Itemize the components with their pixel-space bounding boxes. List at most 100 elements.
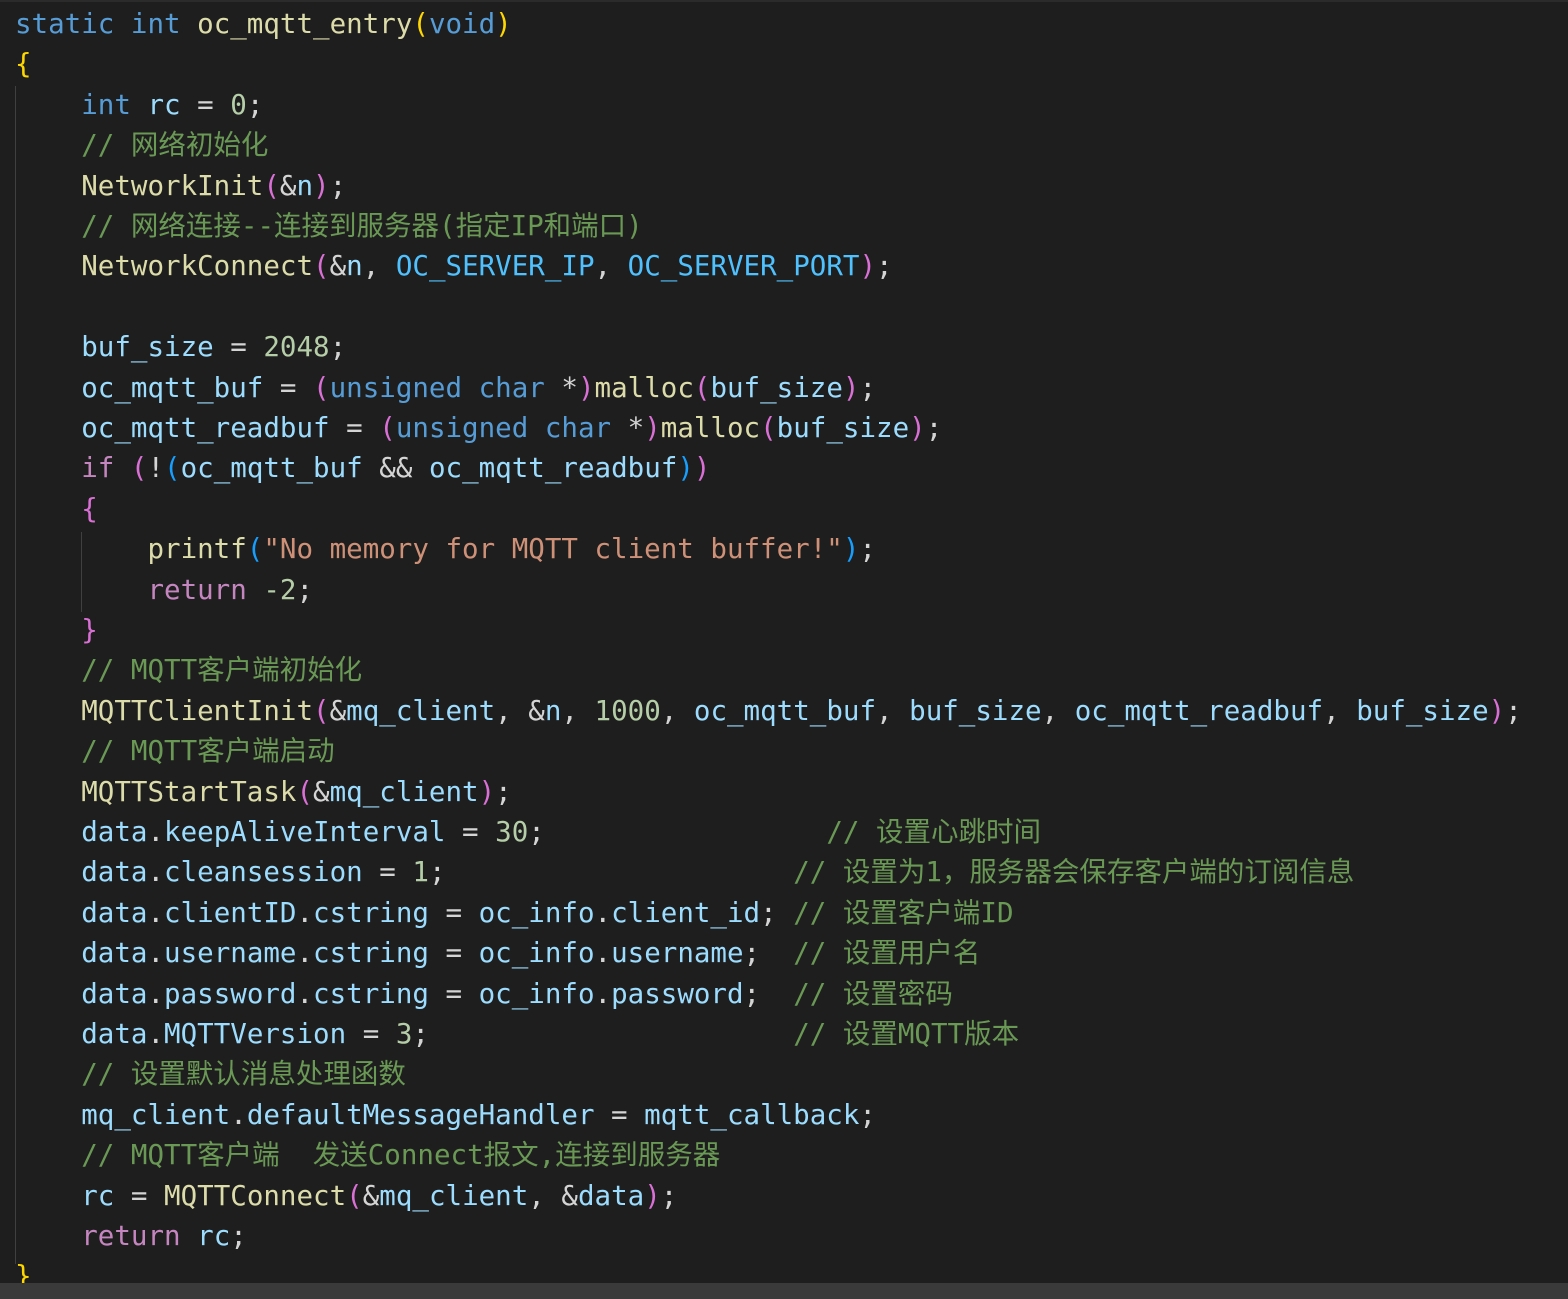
code-token: defaultMessageHandler	[246, 1098, 595, 1131]
code-line[interactable]: data.clientID.cstring = oc_info.client_i…	[15, 893, 1014, 933]
code-token: =	[213, 331, 264, 364]
code-token: ,	[362, 250, 396, 283]
code-line[interactable]: int rc = 0;	[15, 85, 263, 125]
code-token: buf_size	[776, 412, 910, 444]
code-line[interactable]: oc_mqtt_readbuf = (unsigned char *)mallo…	[15, 408, 942, 448]
code-token: ,	[1041, 694, 1075, 727]
code-token: // 设置默认消息处理函数	[81, 1058, 406, 1091]
code-token: // MQTT客户端 发送Connect报文,连接到服务器	[81, 1139, 721, 1172]
code-line[interactable]: MQTTStartTask(&mq_client);	[15, 772, 512, 812]
code-token: char	[544, 412, 612, 444]
code-line[interactable]: // 网络初始化	[15, 125, 268, 165]
code-line[interactable]: return rc;	[15, 1216, 247, 1256]
code-editor[interactable]: static int oc_mqtt_entry(void){ int rc =…	[0, 0, 1568, 1299]
code-token: (	[379, 412, 396, 444]
code-line[interactable]: buf_size = 2048;	[15, 327, 346, 367]
code-token: oc_mqtt_readbuf	[428, 452, 678, 485]
code-line[interactable]: return -2;	[15, 570, 313, 610]
code-line[interactable]: NetworkInit(&n);	[15, 166, 346, 206]
code-token: cstring	[313, 977, 429, 1010]
code-token: )	[693, 452, 711, 485]
code-token: .	[230, 1098, 247, 1131]
code-line[interactable]: }	[15, 610, 98, 650]
code-token: 1	[412, 856, 429, 889]
code-line[interactable]: data.MQTTVersion = 3; // 设置MQTT版本	[15, 1014, 1019, 1054]
code-line[interactable]: rc = MQTTConnect(&mq_client, &data);	[15, 1176, 677, 1216]
code-token: "No memory for MQTT client buffer!"	[263, 533, 843, 566]
code-token: , &	[528, 1179, 578, 1212]
code-token: ;	[412, 1018, 794, 1050]
code-token: 3	[395, 1018, 413, 1050]
code-token: =	[329, 412, 380, 444]
code-token: (	[296, 775, 314, 808]
code-token: static	[15, 8, 115, 40]
code-line[interactable]: static int oc_mqtt_entry(void)	[15, 4, 512, 44]
code-line[interactable]: if (!(oc_mqtt_buf && oc_mqtt_readbuf))	[15, 448, 710, 488]
horizontal-scrollbar[interactable]	[0, 1283, 1568, 1299]
code-token: (	[313, 371, 330, 404]
code-token: ;	[230, 1220, 247, 1252]
code-line[interactable]: mq_client.defaultMessageHandler = mqtt_c…	[15, 1095, 876, 1135]
code-line[interactable]: {	[15, 489, 98, 529]
code-token: .	[594, 937, 612, 970]
code-token: (	[412, 8, 429, 40]
code-token: data	[81, 977, 148, 1010]
code-token: ;	[296, 573, 314, 606]
code-token: mq_client	[379, 1179, 529, 1212]
code-line[interactable]: {	[15, 44, 32, 84]
code-token: =	[594, 1098, 645, 1131]
code-token: &	[279, 169, 297, 202]
code-token: =	[263, 371, 314, 404]
code-token: )	[495, 8, 512, 40]
code-line[interactable]: printf("No memory for MQTT client buffer…	[15, 529, 876, 569]
code-token: mq_client	[329, 775, 479, 808]
code-token: oc_mqtt_readbuf	[1074, 694, 1324, 727]
code-line[interactable]: data.cleansession = 1; // 设置为1，服务器会保存客户端…	[15, 852, 1354, 892]
code-token: client_id	[611, 896, 761, 929]
code-token: return	[81, 1220, 181, 1252]
code-token: n	[544, 694, 562, 727]
code-line[interactable]: // 网络连接--连接到服务器(指定IP和端口)	[15, 206, 643, 246]
code-token: ;	[925, 412, 943, 444]
code-token: &	[313, 775, 330, 808]
code-line[interactable]: data.password.cstring = oc_info.password…	[15, 974, 953, 1014]
code-token: keepAliveInterval	[164, 816, 446, 848]
code-token: =	[346, 1018, 396, 1050]
code-token: .	[594, 896, 612, 929]
code-token: )	[478, 775, 496, 808]
code-token: MQTTStartTask	[81, 775, 297, 808]
code-line[interactable]: // MQTT客户端启动	[15, 731, 334, 771]
code-token: ;	[859, 1098, 876, 1131]
code-token: ;	[246, 88, 264, 121]
code-line[interactable]: data.username.cstring = oc_info.username…	[15, 933, 980, 973]
code-line[interactable]: MQTTClientInit(&mq_client, &n, 1000, oc_…	[15, 691, 1522, 731]
code-line[interactable]: data.keepAliveInterval = 30; // 设置心跳时间	[15, 812, 1041, 852]
code-line[interactable]: // MQTT客户端 发送Connect报文,连接到服务器	[15, 1135, 720, 1175]
code-line[interactable]: NetworkConnect(&n, OC_SERVER_IP, OC_SERV…	[15, 246, 892, 286]
code-line[interactable]: oc_mqtt_buf = (unsigned char *)malloc(bu…	[15, 368, 876, 408]
code-line[interactable]: // 设置默认消息处理函数	[15, 1054, 406, 1094]
code-token: .	[147, 977, 165, 1010]
code-token: =	[180, 88, 231, 121]
code-token: // 设置客户端ID	[793, 896, 1014, 929]
code-line[interactable]: // MQTT客户端初始化	[15, 650, 362, 690]
code-token: rc	[147, 88, 181, 121]
